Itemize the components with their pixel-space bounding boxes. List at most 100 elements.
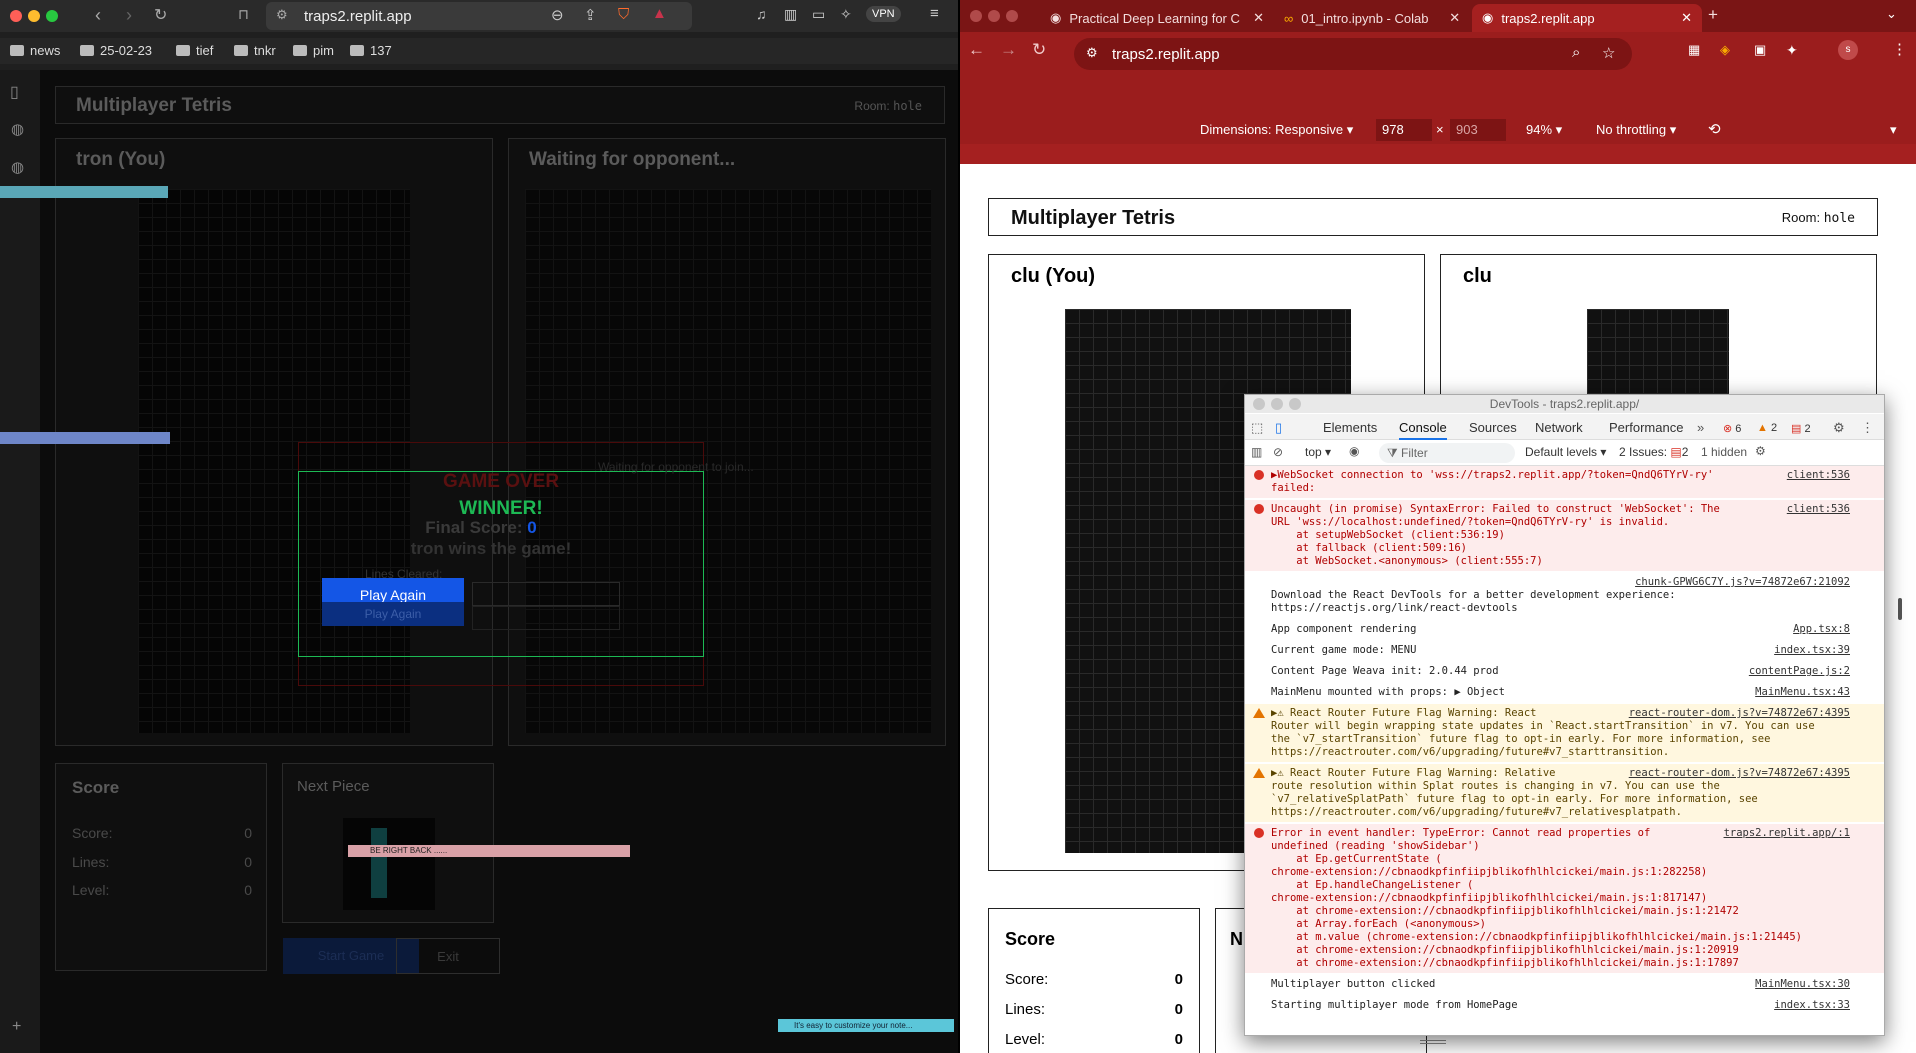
- console-message[interactable]: Starting multiplayer mode from HomePage i…: [1245, 996, 1884, 1015]
- console-source-link[interactable]: index.tsx:33: [1774, 999, 1850, 1012]
- minimize-window-icon[interactable]: [28, 10, 40, 22]
- maximize-window-icon[interactable]: [46, 10, 58, 22]
- console-filter-input[interactable]: ⧩ Filter: [1379, 443, 1515, 463]
- console-source-link[interactable]: react-router-dom.js?v=74872e67:4395: [1629, 707, 1850, 720]
- viewport-height-input[interactable]: 903: [1450, 119, 1506, 141]
- music-icon[interactable]: ♫: [756, 6, 767, 22]
- omnibox[interactable]: ⚙ traps2.replit.app ⌕ ☆: [1074, 38, 1632, 70]
- console-settings-icon[interactable]: ⚙: [1755, 444, 1766, 458]
- tab-console[interactable]: Console: [1399, 420, 1447, 440]
- inspect-element-icon[interactable]: ⬚: [1251, 420, 1263, 436]
- tab-sources[interactable]: Sources: [1469, 420, 1517, 435]
- brave-rewards-icon[interactable]: ▲: [652, 5, 667, 22]
- zoom-icon[interactable]: ⊖: [551, 6, 564, 24]
- device-toolbar-more-icon[interactable]: ▾: [1890, 122, 1897, 138]
- console-sidebar-icon[interactable]: ▥: [1251, 445, 1262, 459]
- console-message[interactable]: Uncaught (in promise) SyntaxError: Faile…: [1245, 500, 1884, 571]
- note-strip-teal[interactable]: [0, 186, 168, 198]
- issues-counter[interactable]: 2 Issues: ▤2: [1619, 445, 1688, 459]
- more-tabs-icon[interactable]: »: [1697, 420, 1704, 435]
- add-panel-icon[interactable]: +: [12, 1018, 21, 1036]
- tab-network[interactable]: Network: [1535, 420, 1583, 435]
- site-info-icon[interactable]: ⚙: [276, 7, 288, 23]
- forward-icon[interactable]: ›: [126, 5, 132, 26]
- console-message[interactable]: Error in event handler: TypeError: Canno…: [1245, 824, 1884, 973]
- close-window-icon[interactable]: [1253, 398, 1265, 410]
- tab-practical-deep-learning[interactable]: ◉ Practical Deep Learning for C ✕: [1040, 4, 1274, 32]
- devtools-menu-icon[interactable]: ⋮: [1861, 420, 1874, 436]
- back-icon[interactable]: ‹: [95, 5, 101, 26]
- extensions-puzzle-icon[interactable]: ✦: [1786, 42, 1798, 59]
- console-message[interactable]: ▶⚠ React Router Future Flag Warning: Rea…: [1245, 704, 1884, 762]
- vpn-button[interactable]: VPN: [866, 6, 901, 22]
- zoom-select[interactable]: 94% ▾: [1526, 122, 1562, 138]
- console-message[interactable]: Content Page Weava init: 2.0.44 prod cont…: [1245, 662, 1884, 681]
- console-source-link[interactable]: react-router-dom.js?v=74872e67:4395: [1629, 767, 1850, 780]
- console-message[interactable]: Current game mode: MENU index.tsx:39: [1245, 641, 1884, 660]
- console-source-link[interactable]: client:536: [1787, 503, 1850, 516]
- console-message[interactable]: Download the React DevTools for a better…: [1245, 573, 1884, 618]
- console-message[interactable]: Multiplayer button clicked MainMenu.tsx:3…: [1245, 975, 1884, 994]
- note-strip-blue[interactable]: [0, 432, 170, 444]
- customize-note[interactable]: It's easy to customize your note...: [778, 1019, 954, 1032]
- tab-close-icon[interactable]: ✕: [1681, 10, 1692, 26]
- tab-colab[interactable]: ∞ 01_intro.ipynb - Colab ✕: [1274, 4, 1472, 32]
- console-source-link[interactable]: client:536: [1787, 469, 1850, 482]
- console-source-link[interactable]: App.tsx:8: [1793, 623, 1850, 636]
- reload-icon[interactable]: ↻: [154, 5, 167, 25]
- globe-active-icon[interactable]: ◍: [11, 158, 24, 176]
- live-expression-icon[interactable]: ◉: [1349, 444, 1359, 458]
- console-source-link[interactable]: traps2.replit.app/:1: [1724, 827, 1850, 840]
- brb-note[interactable]: BE RIGHT BACK ......: [348, 845, 630, 857]
- star-icon[interactable]: ☆: [1602, 44, 1615, 62]
- clear-console-icon[interactable]: ⊘: [1273, 445, 1283, 459]
- leo-ai-icon[interactable]: ✧: [840, 6, 852, 23]
- back-icon[interactable]: ←: [968, 40, 985, 60]
- share-icon[interactable]: ⇪: [584, 6, 597, 24]
- extension-icon-2[interactable]: ◈: [1720, 42, 1730, 58]
- info-counter[interactable]: ▤ 2: [1791, 422, 1811, 435]
- viewport-bottom-resize-handle[interactable]: [1420, 1040, 1446, 1044]
- chrome-menu-icon[interactable]: ⋮: [1892, 40, 1907, 58]
- error-counter[interactable]: ⊗ 6: [1723, 422, 1741, 435]
- exit-button[interactable]: Exit: [396, 938, 500, 974]
- devtools-settings-icon[interactable]: ⚙: [1833, 420, 1845, 436]
- menu-icon[interactable]: ≡: [930, 5, 939, 22]
- tab-elements[interactable]: Elements: [1323, 420, 1377, 435]
- bookmark-pim[interactable]: pim: [293, 43, 334, 58]
- extension-icon-1[interactable]: ▦: [1688, 42, 1700, 58]
- console-message[interactable]: ▶⚠ React Router Future Flag Warning: Rel…: [1245, 764, 1884, 822]
- tab-search-icon[interactable]: ⌄: [1886, 6, 1897, 22]
- console-source-link[interactable]: contentPage.js:2: [1749, 665, 1850, 678]
- console-message[interactable]: ▶WebSocket connection to 'wss://traps2.r…: [1245, 466, 1884, 498]
- console-message[interactable]: App component rendering App.tsx:8: [1245, 620, 1884, 639]
- bookmark-137[interactable]: 137: [350, 43, 392, 58]
- context-select[interactable]: top ▾: [1305, 445, 1331, 459]
- extension-icon-3[interactable]: ▣: [1754, 42, 1766, 58]
- close-window-icon[interactable]: [970, 10, 982, 22]
- tab-traps2[interactable]: ◉ traps2.replit.app ✕: [1472, 4, 1702, 32]
- tab-close-icon[interactable]: ✕: [1253, 10, 1264, 26]
- address-bar[interactable]: ⚙ traps2.replit.app ⊖ ⇪ ⛉ ▲: [266, 2, 692, 30]
- bookmark-25-02-23[interactable]: 25-02-23: [80, 43, 152, 58]
- wallet-icon[interactable]: ▭: [812, 6, 825, 23]
- bookmark-icon[interactable]: ⊓: [238, 6, 249, 23]
- brave-shield-icon[interactable]: ⛉: [618, 6, 629, 23]
- bookmark-tief[interactable]: tief: [176, 43, 213, 58]
- forward-icon[interactable]: →: [1000, 40, 1017, 60]
- play-again-button-ghost[interactable]: Play Again: [322, 602, 464, 626]
- globe-icon[interactable]: ◍: [11, 120, 24, 138]
- rotate-icon[interactable]: ⟲: [1708, 120, 1721, 138]
- bookmark-news[interactable]: news: [10, 43, 60, 58]
- close-window-icon[interactable]: [10, 10, 22, 22]
- tab-close-icon[interactable]: ✕: [1449, 10, 1460, 26]
- sidebar-toggle-icon[interactable]: ▥: [784, 6, 797, 23]
- viewport-width-input[interactable]: 978: [1376, 119, 1432, 141]
- new-tab-icon[interactable]: +: [1708, 5, 1718, 25]
- dimensions-select[interactable]: Dimensions: Responsive ▾: [1200, 122, 1353, 138]
- zoom-icon[interactable]: ⌕: [1572, 44, 1580, 61]
- minimize-window-icon[interactable]: [988, 10, 1000, 22]
- console-source-link[interactable]: index.tsx:39: [1774, 644, 1850, 657]
- site-settings-icon[interactable]: ⚙: [1086, 45, 1098, 61]
- maximize-window-icon[interactable]: [1289, 398, 1301, 410]
